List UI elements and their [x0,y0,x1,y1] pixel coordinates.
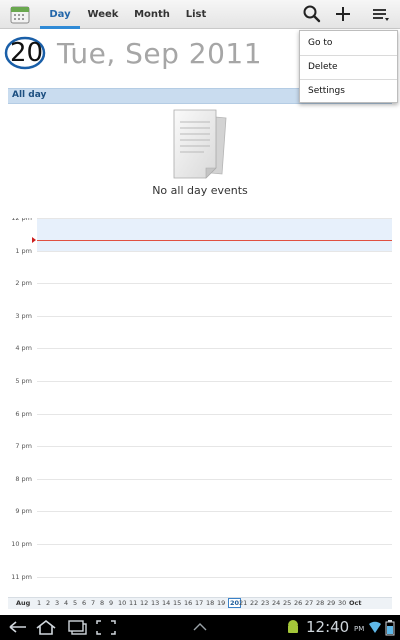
hour-label: 4 pm [15,344,32,353]
hour-row[interactable] [37,576,392,596]
overflow-menu: Go to Delete Settings [299,30,398,103]
date-strip-day[interactable]: 2 [46,599,50,607]
date-strip-day[interactable]: 3 [55,599,59,607]
date-strip-day[interactable]: 16 [184,599,192,607]
date-strip-day[interactable]: 23 [261,599,269,607]
overflow-menu-icon[interactable] [370,3,392,25]
date-strip-day[interactable]: 5 [73,599,77,607]
menu-item-settings[interactable]: Settings [300,79,397,103]
date-strip-day[interactable]: 24 [272,599,280,607]
date-strip-day[interactable]: 13 [151,599,159,607]
date-strip-day[interactable]: 12 [140,599,148,607]
all-day-label: All day [12,90,47,100]
hour-row[interactable] [37,250,392,284]
date-strip-day[interactable]: 14 [162,599,170,607]
date-strip-day[interactable]: 28 [316,599,324,607]
menu-item-delete[interactable]: Delete [300,55,397,79]
date-strip-day[interactable]: 17 [195,599,203,607]
hour-label: 3 pm [15,311,32,320]
tab-week[interactable]: Week [83,0,123,29]
hour-label: 12 pm [11,218,32,222]
date-strip-day[interactable]: 6 [82,599,86,607]
current-time-marker [32,237,36,243]
tab-list-label: List [185,9,207,20]
android-usb-icon [288,620,298,633]
tab-month-label: Month [134,9,170,20]
search-icon[interactable] [301,3,323,25]
hour-row[interactable] [37,544,392,577]
action-bar: Day Week Month List [0,0,400,29]
date-strip-day[interactable]: 19 [217,599,225,607]
date-strip-day[interactable]: 11 [129,599,137,607]
date-strip-day[interactable]: 15 [173,599,181,607]
clock-time: 12:40 [306,618,350,636]
day-number: 20 [10,38,44,68]
tab-month[interactable]: Month [131,0,173,29]
no-events-text: No all day events [152,184,248,197]
plus-icon[interactable] [332,3,354,25]
tab-list[interactable]: List [180,0,212,29]
date-strip-day[interactable]: 18 [206,599,214,607]
hour-row[interactable] [37,381,392,414]
recent-apps-icon[interactable] [66,618,90,637]
hour-row[interactable] [37,511,392,544]
tab-day-label: Day [49,9,71,20]
hour-label: 9 pm [15,507,32,516]
clock-ampm: PM [354,625,365,633]
battery-icon [385,620,395,636]
date-title: Tue, Sep 2011 [57,37,263,70]
hour-label: 5 pm [15,377,32,385]
date-strip-day[interactable]: 21 [239,599,247,607]
date-strip-day[interactable]: 10 [118,599,126,607]
day-timeline[interactable]: 12 pm 1 pm 2 pm 3 pm 4 pm 5 pm 6 pm 7 pm 8 pm 9 p… [0,218,400,596]
date-strip-day[interactable]: 22 [250,599,258,607]
hour-row[interactable] [37,478,392,512]
date-strip-month[interactable]: Aug [16,599,30,607]
date-strip-day[interactable]: 25 [283,599,291,607]
hour-row[interactable] [37,413,392,447]
tab-week-label: Week [87,9,119,20]
date-strip-day[interactable]: 7 [91,599,95,607]
date-strip-day[interactable]: 30 [338,599,346,607]
up-caret-icon[interactable] [188,618,212,637]
hour-label: 2 pm [15,279,32,288]
document-icon [173,109,227,179]
date-strip-day[interactable]: 26 [294,599,302,607]
tab-day[interactable]: Day [40,0,80,29]
hour-row[interactable] [37,218,392,251]
date-strip-day[interactable]: 27 [305,599,313,607]
hour-label: 11 pm [11,572,32,581]
calendar-icon[interactable] [10,4,30,24]
hour-label: 10 pm [11,540,32,548]
date-strip-day[interactable]: 9 [109,599,113,607]
date-strip-day[interactable]: 29 [327,599,335,607]
wifi-icon [369,621,381,633]
date-strip-day[interactable]: 8 [100,599,104,607]
back-icon[interactable] [6,618,30,637]
date-strip[interactable]: Aug 1 2 3 4 5 6 7 8 9 10 11 12 13 14 15 16 17 18 19 20 21 22 23… [8,597,392,609]
hour-row[interactable] [37,283,392,316]
date-strip-day[interactable]: 1 [37,599,41,607]
hour-label: 8 pm [15,474,32,483]
hour-label: 6 pm [15,409,32,418]
date-strip-month[interactable]: Oct [349,599,362,607]
menu-item-go-to[interactable]: Go to [300,31,397,55]
system-bar: 12:40 PM [0,615,400,640]
hour-row[interactable] [37,348,392,381]
date-strip-day[interactable]: 4 [64,599,68,607]
home-icon[interactable] [34,618,58,637]
hour-row[interactable] [37,315,392,349]
screenshot-icon[interactable] [94,618,118,637]
hour-label: 1 pm [15,246,32,255]
hour-row[interactable] [37,446,392,479]
hour-label: 7 pm [15,442,32,451]
